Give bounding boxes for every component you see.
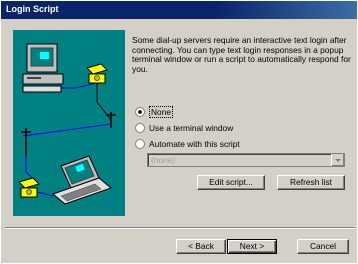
radio-selected-icon[interactable] <box>135 107 145 117</box>
script-select-value: (none) <box>151 155 176 165</box>
radio-icon[interactable] <box>135 123 145 133</box>
radio-label-none: None <box>149 106 174 118</box>
description-text: Some dial-up servers require an interact… <box>132 35 351 74</box>
script-select[interactable]: (none) <box>147 153 345 167</box>
divider <box>5 227 355 229</box>
radio-icon[interactable] <box>135 139 145 149</box>
next-button[interactable]: Next > <box>227 239 277 254</box>
cancel-button[interactable]: Cancel <box>297 239 349 254</box>
window-title: Login Script <box>6 4 59 14</box>
radio-option-none[interactable]: None <box>135 106 174 118</box>
refresh-list-button[interactable]: Refresh list <box>277 175 345 190</box>
back-button[interactable]: < Back <box>176 239 226 254</box>
radio-label-script: Automate with this script <box>149 139 240 149</box>
login-script-dialog: Login Script Some dial-up servers requir… <box>0 0 358 264</box>
radio-option-terminal[interactable]: Use a terminal window <box>135 122 233 134</box>
radio-option-script[interactable]: Automate with this script <box>135 138 240 150</box>
radio-label-terminal: Use a terminal window <box>149 123 234 133</box>
edit-script-button[interactable]: Edit script... <box>197 175 265 190</box>
dropdown-arrow-icon[interactable] <box>331 154 344 166</box>
dialup-illustration <box>13 30 125 216</box>
title-bar: Login Script <box>1 1 357 19</box>
telephone-icon <box>18 177 40 198</box>
telephone-icon <box>86 63 108 84</box>
